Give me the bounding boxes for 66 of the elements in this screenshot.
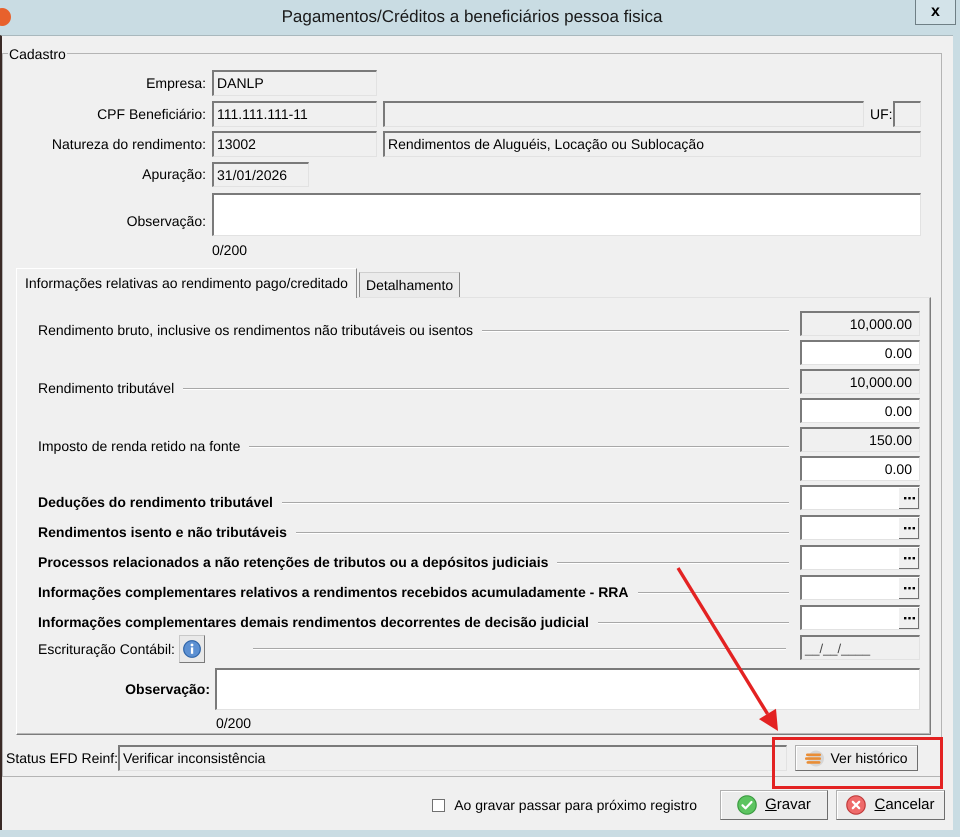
amount-field[interactable]: 0.00 (800, 398, 920, 423)
lookup-button[interactable] (898, 487, 919, 509)
checkbox[interactable] (432, 798, 446, 812)
text-area[interactable] (212, 193, 921, 236)
field-label: Informações complementares relativos a rendimentos recebidos acumuladamente - RRA (38, 584, 629, 601)
lookup-field[interactable] (800, 575, 920, 600)
lookup-button[interactable] (898, 547, 919, 569)
ellipsis-icon (904, 587, 914, 590)
field-label: Deduções do rendimento tributável (38, 494, 273, 511)
character-counter: 0/200 (216, 714, 252, 732)
field-label: Rendimentos isento e não tributáveis (38, 524, 287, 541)
field-label: Processos relacionados a não retenções de tributos ou a depósitos judiciais (38, 554, 548, 571)
field-label: Natureza do rendimento: (52, 136, 206, 152)
app-icon (0, 7, 11, 27)
ellipsis-icon (904, 617, 914, 620)
lookup-field[interactable] (800, 485, 920, 510)
lookup-button[interactable] (898, 607, 919, 629)
amount-field[interactable]: 150.00 (800, 427, 920, 452)
field-label: Imposto de renda retido na fonte (38, 438, 240, 455)
info-icon (182, 640, 201, 658)
striped-disc-icon (805, 750, 824, 766)
tab[interactable]: Detalhamento (358, 272, 460, 297)
field-label: Observação: (126, 213, 206, 230)
ellipsis-icon (904, 497, 914, 500)
ellipsis-icon (904, 557, 914, 560)
field-label: Rendimento tributável (38, 380, 174, 397)
text-field[interactable]: 13002 (212, 131, 377, 157)
history-button[interactable]: Ver histórico (795, 745, 918, 771)
text-field[interactable]: Verificar inconsistência (118, 745, 787, 771)
text-area[interactable] (215, 668, 920, 710)
amount-field[interactable]: 0.00 (800, 456, 920, 481)
amount-field[interactable]: 0.00 (800, 340, 920, 365)
field-label: Escrituração Contábil: (38, 640, 175, 658)
field-label: CPF Beneficiário: (97, 106, 206, 122)
text-field[interactable]: 111.111.111-11 (212, 101, 377, 127)
text-field[interactable] (893, 101, 921, 127)
text-field[interactable] (383, 101, 864, 127)
field-label: UF: (870, 106, 893, 122)
x-circle-icon (846, 795, 866, 815)
lookup-button[interactable] (898, 577, 919, 599)
amount-field[interactable]: 10,000.00 (800, 369, 920, 394)
checkbox-label: Ao gravar passar para próximo registro (454, 796, 697, 814)
field-label: Observação: (125, 680, 210, 698)
check-circle-icon (737, 795, 758, 815)
close-button[interactable]: x (915, 0, 956, 25)
info-button[interactable] (178, 635, 205, 663)
lookup-field[interactable] (800, 515, 920, 540)
save-button[interactable]: Gravar (720, 790, 828, 820)
cancel-button[interactable]: Cancelar (836, 790, 945, 820)
character-counter: 0/200 (212, 241, 248, 259)
text-field[interactable]: Rendimentos de Aluguéis, Locação ou Sublocação (383, 131, 921, 157)
lookup-button[interactable] (898, 517, 919, 539)
field-label: Informações complementares demais rendimentos decorrentes de decisão judicial (38, 614, 589, 631)
tab[interactable]: Informações relativas ao rendimento pago/creditado (16, 268, 357, 298)
lookup-field[interactable] (800, 545, 920, 570)
field-label: Apuração: (142, 166, 206, 183)
text-field[interactable]: DANLP (212, 70, 377, 96)
amount-field[interactable]: 10,000.00 (800, 311, 920, 336)
ellipsis-icon (904, 527, 914, 530)
field-label: Status EFD Reinf: (6, 750, 118, 766)
field-label: Rendimento bruto, inclusive os rendimentos não tributáveis ou isentos (38, 322, 474, 339)
text-field[interactable]: 31/01/2026 (212, 162, 309, 187)
lookup-field[interactable] (800, 605, 920, 630)
field-label: Empresa: (146, 74, 206, 92)
date-field[interactable]: __/__/____ (800, 635, 920, 660)
window-title: Pagamentos/Créditos a beneficiários pessoa fisica (282, 7, 662, 27)
